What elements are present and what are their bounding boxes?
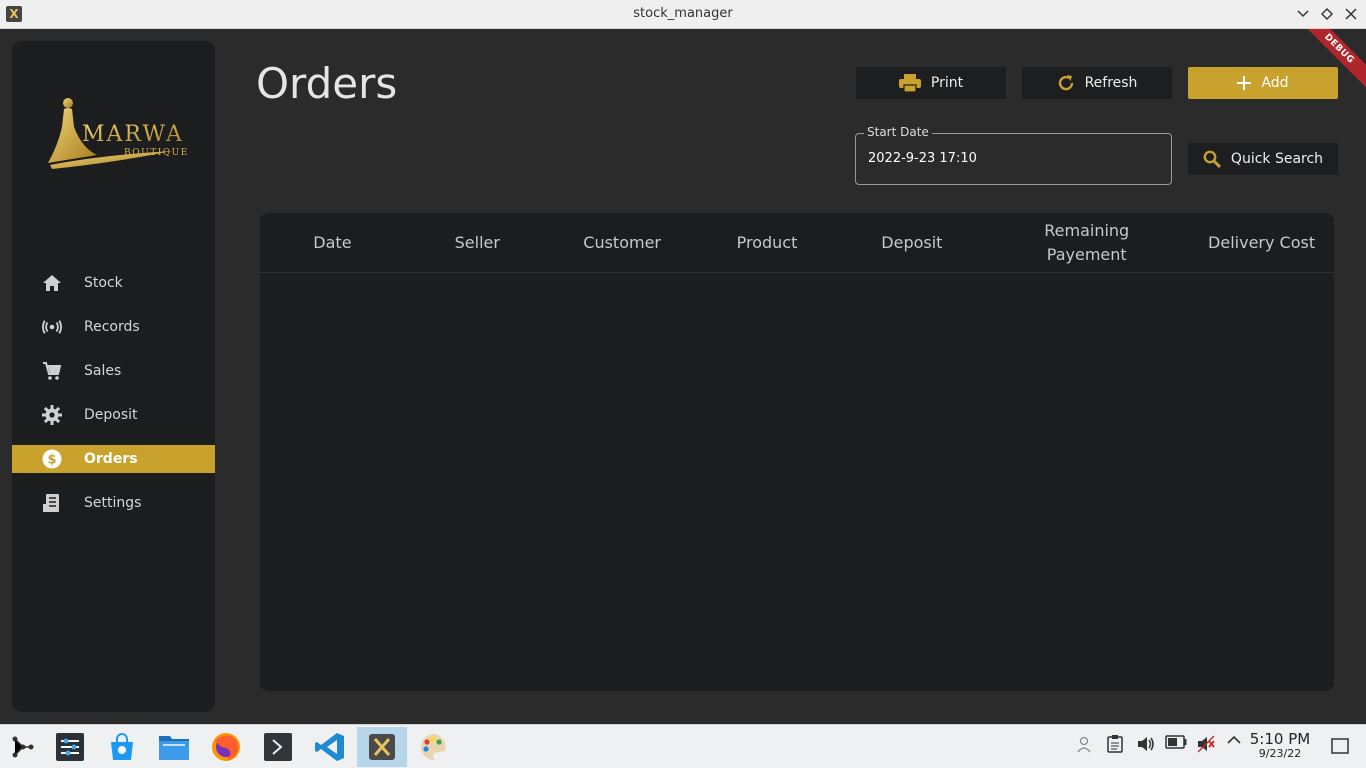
sidebar-item-label: Sales <box>84 363 122 379</box>
window-titlebar: X stock_manager <box>0 0 1366 29</box>
minimize-button[interactable] <box>1294 4 1312 24</box>
column-header-date[interactable]: Date <box>260 213 405 272</box>
dollar-circle-icon: $ <box>42 449 62 469</box>
muted-icon[interactable] <box>1197 735 1215 753</box>
logo-tagline: BOUTIQUE <box>124 148 189 158</box>
taskbar-clock[interactable]: 5:10 PM 9/23/22 <box>1246 730 1314 760</box>
start-date-field[interactable]: Start Date 2022-9-23 17:10 <box>855 125 1172 185</box>
vscode-icon[interactable] <box>307 727 353 767</box>
sidebar-item-label: Deposit <box>84 407 138 423</box>
marwa-boutique-logo: MARWA BOUTIQUE <box>42 93 192 173</box>
sidebar-nav: Stock Records Sales Deposit $ Orders Set… <box>12 269 215 533</box>
sidebar-item-deposit[interactable]: Deposit <box>12 401 215 429</box>
file-manager-icon[interactable] <box>151 727 197 767</box>
column-header-remaining-payment[interactable]: Remaining Payement <box>984 213 1189 272</box>
quick-search-button[interactable]: Quick Search <box>1188 143 1338 175</box>
window-title: stock_manager <box>633 6 733 21</box>
maximize-button[interactable] <box>1318 4 1336 24</box>
start-date-label: Start Date <box>864 125 932 139</box>
tray-user-icon[interactable] <box>1076 735 1094 753</box>
quick-search-button-label: Quick Search <box>1230 151 1324 167</box>
print-button[interactable]: Print <box>856 67 1006 99</box>
sidebar-item-settings[interactable]: Settings <box>12 489 215 517</box>
svg-text:$: $ <box>47 453 56 468</box>
volume-icon[interactable] <box>1137 735 1155 753</box>
search-icon <box>1203 150 1221 168</box>
clock-date: 9/23/22 <box>1258 747 1302 760</box>
terminal-icon[interactable] <box>255 727 301 767</box>
close-icon <box>1345 8 1357 20</box>
print-button-label: Print <box>930 75 964 91</box>
table-header: Date Seller Customer Product Deposit Rem… <box>260 213 1334 273</box>
column-header-delivery-cost[interactable]: Delivery Cost <box>1189 213 1334 272</box>
sidebar-item-stock[interactable]: Stock <box>12 269 215 297</box>
add-button-label: Add <box>1261 75 1289 91</box>
cart-icon <box>42 361 62 381</box>
column-header-seller[interactable]: Seller <box>405 213 550 272</box>
sidebar-item-records[interactable]: Records <box>12 313 215 341</box>
paint-icon[interactable] <box>410 727 456 767</box>
clipboard-icon[interactable] <box>1107 735 1123 753</box>
chevron-down-icon <box>1297 10 1309 18</box>
refresh-button-label: Refresh <box>1084 75 1138 91</box>
firefox-icon[interactable] <box>203 727 249 767</box>
discover-store-icon[interactable] <box>99 727 145 767</box>
app-window: DEBUG MARWA BOUTIQUE Stock Records Sales… <box>0 29 1366 724</box>
stock-manager-icon[interactable] <box>357 727 407 767</box>
sidebar-item-sales[interactable]: Sales <box>12 357 215 385</box>
close-button[interactable] <box>1342 4 1360 24</box>
page-title: Orders <box>256 59 398 108</box>
gear-icon <box>42 405 62 425</box>
add-button[interactable]: Add <box>1188 67 1338 99</box>
home-icon <box>42 273 62 293</box>
orders-table: Date Seller Customer Product Deposit Rem… <box>260 213 1334 691</box>
sidebar-item-label: Settings <box>84 495 142 511</box>
receipt-icon <box>42 493 62 513</box>
plus-icon <box>1237 76 1252 90</box>
diamond-icon <box>1321 8 1333 20</box>
column-header-product[interactable]: Product <box>695 213 840 272</box>
logo-name: MARWA <box>82 122 184 147</box>
system-settings-icon[interactable] <box>47 727 93 767</box>
sidebar-item-label: Orders <box>84 451 138 467</box>
sidebar-item-label: Stock <box>84 275 123 291</box>
clock-time: 5:10 PM <box>1249 730 1311 748</box>
broadcast-icon <box>42 317 62 337</box>
printer-icon <box>898 74 921 92</box>
battery-icon[interactable] <box>1165 735 1187 749</box>
column-header-deposit[interactable]: Deposit <box>839 213 984 272</box>
sidebar: MARWA BOUTIQUE Stock Records Sales Depos… <box>12 41 215 712</box>
start-date-value: 2022-9-23 17:10 <box>868 151 977 166</box>
taskbar: 5:10 PM 9/23/22 <box>0 724 1366 768</box>
refresh-button[interactable]: Refresh <box>1022 67 1172 99</box>
sidebar-item-label: Records <box>84 319 140 335</box>
sidebar-item-orders[interactable]: $ Orders <box>12 445 215 473</box>
column-header-customer[interactable]: Customer <box>550 213 695 272</box>
refresh-icon <box>1057 74 1075 92</box>
chevron-up-icon[interactable] <box>1227 735 1241 745</box>
show-desktop-icon[interactable] <box>1331 738 1349 754</box>
app-launcher-icon[interactable] <box>0 727 46 767</box>
